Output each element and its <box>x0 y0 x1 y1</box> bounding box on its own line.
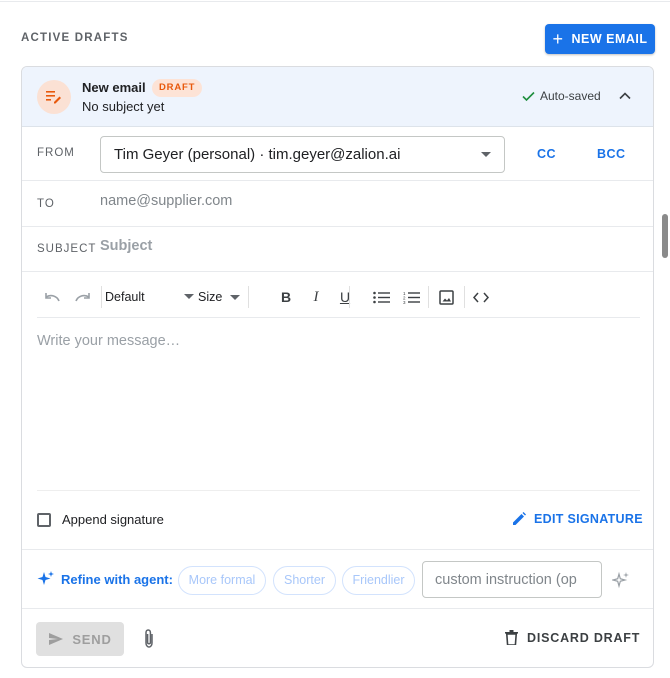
top-divider <box>0 1 670 2</box>
trash-icon <box>505 630 518 645</box>
draft-title: New email <box>82 80 146 95</box>
send-label: SEND <box>72 631 112 647</box>
image-icon[interactable] <box>435 286 457 308</box>
font-size-value: Size <box>198 290 223 304</box>
italic-icon[interactable]: I <box>305 286 327 308</box>
draft-card: New email DRAFT No subject yet Auto-save… <box>21 66 654 668</box>
subject-row: SUBJECT <box>22 227 653 272</box>
toolbar-divider <box>428 286 429 308</box>
refine-label-group: Refine with agent: <box>37 570 173 588</box>
autosave-label: Auto-saved <box>540 89 601 103</box>
font-family-select[interactable]: Default <box>105 286 211 308</box>
chevron-up-icon[interactable] <box>618 89 632 103</box>
redo-icon[interactable] <box>72 286 94 308</box>
underline-icon[interactable]: U <box>334 286 356 308</box>
from-selected-value: Tim Geyer (personal) · tim.geyer@zalion.… <box>114 146 401 163</box>
bold-icon[interactable]: B <box>275 286 297 308</box>
cc-button[interactable]: CC <box>537 147 556 161</box>
refine-chip-more-formal[interactable]: More formal <box>178 566 266 595</box>
from-row: FROM Tim Geyer (personal) · tim.geyer@za… <box>22 127 653 181</box>
send-button[interactable]: SEND <box>36 622 124 656</box>
discard-draft-button[interactable]: DISCARD DRAFT <box>505 630 640 645</box>
toolbar-divider <box>349 286 350 308</box>
refine-chip-friendlier[interactable]: Friendlier <box>342 566 415 595</box>
sparkle-submit-icon[interactable] <box>612 571 630 589</box>
subject-label: SUBJECT <box>37 243 97 255</box>
pencil-icon <box>513 512 526 525</box>
to-row: TO <box>22 181 653 227</box>
sparkle-icon <box>37 571 54 585</box>
from-label: FROM <box>37 147 75 159</box>
edit-signature-button[interactable]: EDIT SIGNATURE <box>512 512 643 526</box>
refine-chip-shorter[interactable]: Shorter <box>273 566 336 595</box>
subject-input[interactable] <box>100 238 620 254</box>
editor-toolbar: Default Size B I U 123 <box>37 278 640 318</box>
custom-instruction-input[interactable] <box>422 561 602 598</box>
refine-label: Refine with agent: <box>61 571 173 587</box>
numbered-list-icon[interactable]: 123 <box>400 286 422 308</box>
undo-icon[interactable] <box>41 286 63 308</box>
append-signature-checkbox[interactable] <box>37 513 51 527</box>
signature-row: Append signature EDIT SIGNATURE <box>22 493 653 550</box>
check-icon <box>522 91 535 101</box>
dropdown-caret-icon <box>481 152 491 157</box>
message-editor[interactable]: Write your message… <box>37 319 640 491</box>
to-label: TO <box>37 198 55 210</box>
scrollbar-thumb[interactable] <box>662 214 668 258</box>
append-signature-label[interactable]: Append signature <box>62 512 164 527</box>
code-icon[interactable] <box>470 286 492 308</box>
editor-placeholder: Write your message… <box>37 333 181 349</box>
autosave-status: Auto-saved <box>522 89 601 103</box>
section-title: ACTIVE DRAFTS <box>21 32 129 44</box>
draft-footer: SEND DISCARD DRAFT <box>22 609 653 667</box>
draft-badge: DRAFT <box>152 79 203 97</box>
from-select[interactable]: Tim Geyer (personal) · tim.geyer@zalion.… <box>100 136 505 173</box>
toolbar-divider <box>101 286 102 308</box>
to-input[interactable] <box>100 193 620 209</box>
refine-row: Refine with agent: More formal Shorter F… <box>22 551 653 609</box>
draft-subject-preview: No subject yet <box>82 99 165 114</box>
new-email-button[interactable]: + NEW EMAIL <box>545 24 655 54</box>
dropdown-caret-icon <box>229 295 240 301</box>
bulleted-list-icon[interactable] <box>370 286 392 308</box>
send-icon <box>49 633 64 645</box>
svg-text:3: 3 <box>403 300 406 304</box>
edit-signature-label: EDIT SIGNATURE <box>534 512 643 526</box>
toolbar-divider <box>248 286 249 308</box>
toolbar-divider <box>464 286 465 308</box>
bcc-button[interactable]: BCC <box>597 147 626 161</box>
plus-icon: + <box>552 29 564 49</box>
new-email-label: NEW EMAIL <box>571 32 648 46</box>
discard-label: DISCARD DRAFT <box>527 630 641 645</box>
paperclip-icon[interactable] <box>141 628 157 650</box>
draft-header[interactable]: New email DRAFT No subject yet Auto-save… <box>22 67 653 127</box>
draft-edit-icon <box>37 80 71 114</box>
dropdown-caret-icon <box>184 294 194 299</box>
font-family-value: Default <box>105 290 145 304</box>
font-size-select[interactable]: Size <box>198 286 242 308</box>
